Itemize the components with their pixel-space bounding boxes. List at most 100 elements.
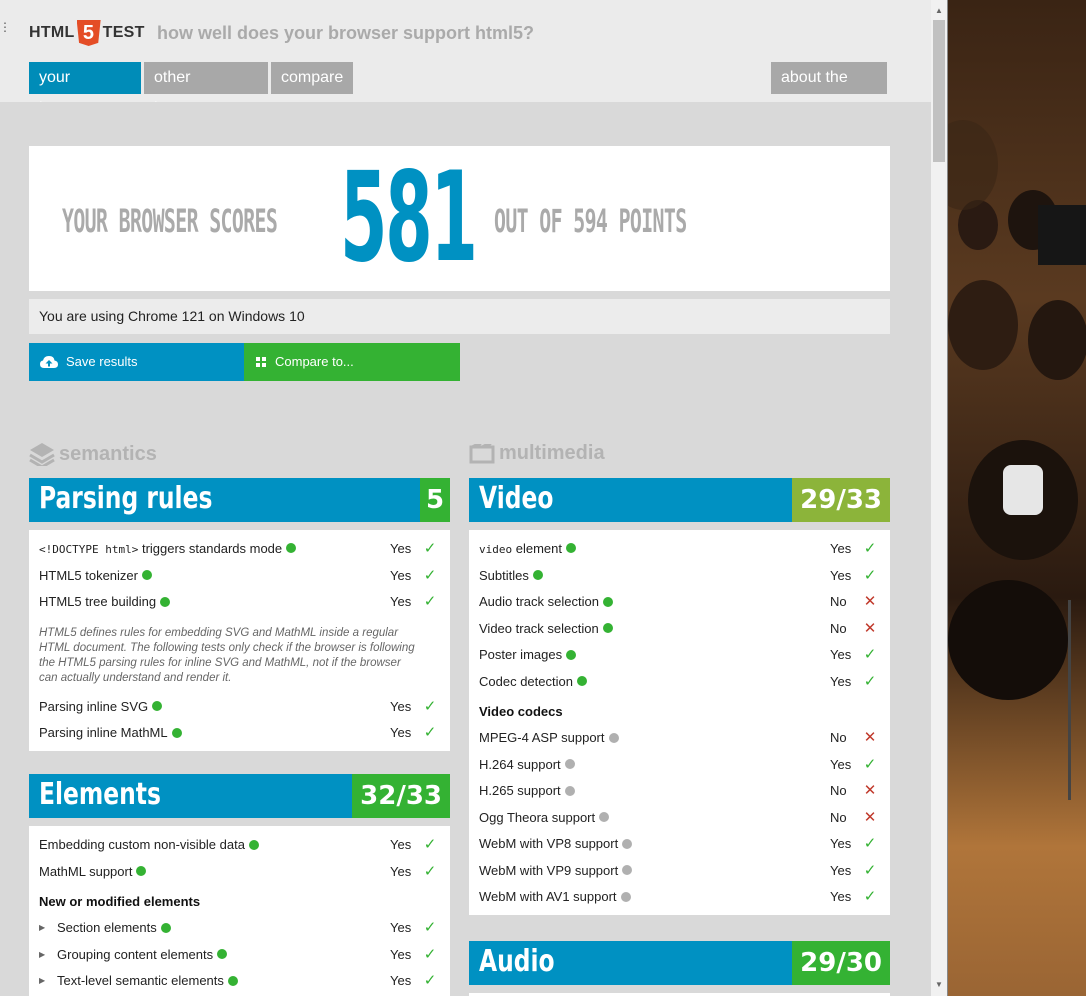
section-title: Audio	[479, 944, 555, 979]
smiley-icon	[566, 649, 577, 660]
test-label: Parsing inline SVG	[39, 698, 149, 714]
test-result: Yes	[830, 673, 852, 689]
category-multimedia-label: multimedia	[499, 442, 605, 464]
test-row[interactable]: WebM with VP8 support Yes ✓	[479, 831, 880, 858]
subsection-heading: New or modified elements	[39, 894, 201, 909]
test-row[interactable]: Audio track selection No ✕	[479, 589, 880, 616]
tab-compare[interactable]: compare	[271, 62, 353, 94]
tab-other-browsers[interactable]: other browsers	[144, 62, 268, 117]
test-result: Yes	[390, 698, 412, 714]
section-body: video element Yes ✓ Subtitles Yes ✓ Audio …	[469, 530, 890, 915]
test-label: Embedding custom non-visible data	[39, 837, 245, 853]
test-row[interactable]: Subtitles Yes ✓	[479, 563, 880, 590]
check-icon: ✓	[863, 888, 877, 906]
section-score: 32/33	[352, 774, 450, 818]
vertical-scrollbar[interactable]: ▲ ▼	[931, 0, 947, 996]
test-row[interactable]: Codec detection Yes ✓	[479, 669, 880, 696]
scrollbar-thumb[interactable]	[933, 20, 945, 162]
compare-to-label: Compare to...	[275, 354, 354, 369]
test-label: Text-level semantic elements	[57, 973, 224, 989]
scroll-up-icon[interactable]: ▲	[935, 6, 943, 15]
section-note: HTML5 defines rules for embedding SVG an…	[39, 626, 415, 684]
scroll-down-icon[interactable]: ▼	[935, 980, 943, 989]
test-result: No	[830, 809, 847, 825]
test-row[interactable]: video element Yes ✓	[479, 536, 880, 563]
cross-icon: ✕	[863, 782, 877, 800]
test-result: No	[830, 620, 847, 636]
test-result: Yes	[830, 862, 852, 878]
section-body: <!DOCTYPE html> triggers standards mode …	[29, 530, 450, 751]
test-label: WebM with VP9 support	[479, 862, 619, 878]
smiley-icon	[532, 570, 543, 581]
cloud-upload-icon	[40, 356, 58, 368]
browser-info: You are using Chrome 121 on Windows 10	[29, 299, 890, 334]
logo[interactable]: HTML 5 TEST	[29, 20, 145, 46]
test-label: WebM with VP8 support	[479, 836, 619, 852]
test-row[interactable]: Video track selection No ✕	[479, 616, 880, 643]
smiley-icon	[286, 543, 297, 554]
check-icon: ✓	[423, 862, 437, 880]
compare-to-button[interactable]: Compare to...	[244, 343, 460, 381]
test-result: No	[830, 730, 847, 746]
score-prefix: YOUR BROWSER SCORES	[62, 202, 278, 240]
smiley-icon	[160, 596, 171, 607]
expand-triangle-icon[interactable]: ▶	[39, 917, 57, 939]
test-row[interactable]: Embedding custom non-visible data Yes ✓	[39, 832, 440, 859]
test-row[interactable]: HTML5 tokenizer Yes ✓	[39, 563, 440, 590]
smiley-icon	[171, 727, 182, 738]
check-icon: ✓	[863, 861, 877, 879]
test-row[interactable]: Parsing inline SVG Yes ✓	[39, 694, 440, 721]
section-header[interactable]: Video 29/33	[469, 478, 890, 522]
film-icon	[469, 443, 495, 463]
test-row[interactable]: WebM with AV1 support Yes ✓	[479, 884, 880, 911]
test-label: Section elements	[57, 920, 157, 936]
tab-about[interactable]: about the test	[771, 62, 887, 117]
score-panel: YOUR BROWSER SCORES 581 OUT OF 594 POINT…	[29, 146, 890, 291]
neutral-smiley-icon	[622, 865, 633, 876]
test-result: No	[830, 783, 847, 799]
category-semantics-label: semantics	[59, 442, 157, 465]
test-label: H.264 support	[479, 756, 561, 772]
test-row[interactable]: Poster images Yes ✓	[479, 642, 880, 669]
section-header[interactable]: Parsing rules 5	[29, 478, 450, 522]
test-result: Yes	[390, 725, 412, 741]
test-row[interactable]: Parsing inline MathML Yes ✓	[39, 720, 440, 747]
test-label: HTML5 tree building	[39, 594, 157, 610]
test-label: triggers standards mode	[138, 540, 283, 556]
menu-dots-icon[interactable]: ⋮	[0, 21, 11, 41]
expand-triangle-icon[interactable]: ▶	[39, 970, 57, 992]
test-row[interactable]: <!DOCTYPE html> triggers standards mode …	[39, 536, 440, 563]
expand-triangle-icon[interactable]: ▶	[39, 944, 57, 966]
section-title: Parsing rules	[39, 481, 213, 516]
check-icon: ✓	[423, 540, 437, 558]
test-row[interactable]: H.265 support No ✕	[479, 778, 880, 805]
tab-your-browser[interactable]: your browser	[29, 62, 141, 117]
smiley-icon	[602, 623, 613, 634]
test-row[interactable]: ▶ Section elements Yes ✓	[39, 915, 440, 942]
test-row[interactable]: MPEG-4 ASP support No ✕	[479, 725, 880, 752]
test-row[interactable]: ▶ Text-level semantic elements Yes ✓	[39, 968, 440, 995]
save-results-button[interactable]: Save results	[29, 343, 244, 381]
test-row[interactable]: MathML support Yes ✓	[39, 859, 440, 886]
check-icon: ✓	[863, 646, 877, 664]
neutral-smiley-icon	[622, 838, 633, 849]
test-row[interactable]: ▶ Grouping content elements Yes ✓	[39, 942, 440, 969]
neutral-smiley-icon	[608, 732, 619, 743]
test-label: H.265 support	[479, 783, 561, 799]
section-header[interactable]: Audio 29/30	[469, 941, 890, 985]
test-row[interactable]: H.264 support Yes ✓	[479, 752, 880, 779]
html5-shield-icon: 5	[76, 20, 101, 46]
test-row[interactable]: HTML5 tree building Yes ✓	[39, 589, 440, 616]
check-icon: ✓	[423, 593, 437, 611]
category-multimedia: multimedia	[469, 442, 605, 465]
test-result: Yes	[830, 836, 852, 852]
neutral-smiley-icon	[620, 891, 631, 902]
section-audio: Audio 29/30	[469, 941, 890, 996]
check-icon: ✓	[423, 697, 437, 715]
section-header[interactable]: Elements 32/33	[29, 774, 450, 818]
test-row[interactable]: WebM with VP9 support Yes ✓	[479, 858, 880, 885]
save-results-label: Save results	[66, 354, 138, 369]
test-row[interactable]: Ogg Theora support No ✕	[479, 805, 880, 832]
logo-left: HTML	[29, 24, 75, 41]
section-score: 5	[420, 478, 450, 522]
